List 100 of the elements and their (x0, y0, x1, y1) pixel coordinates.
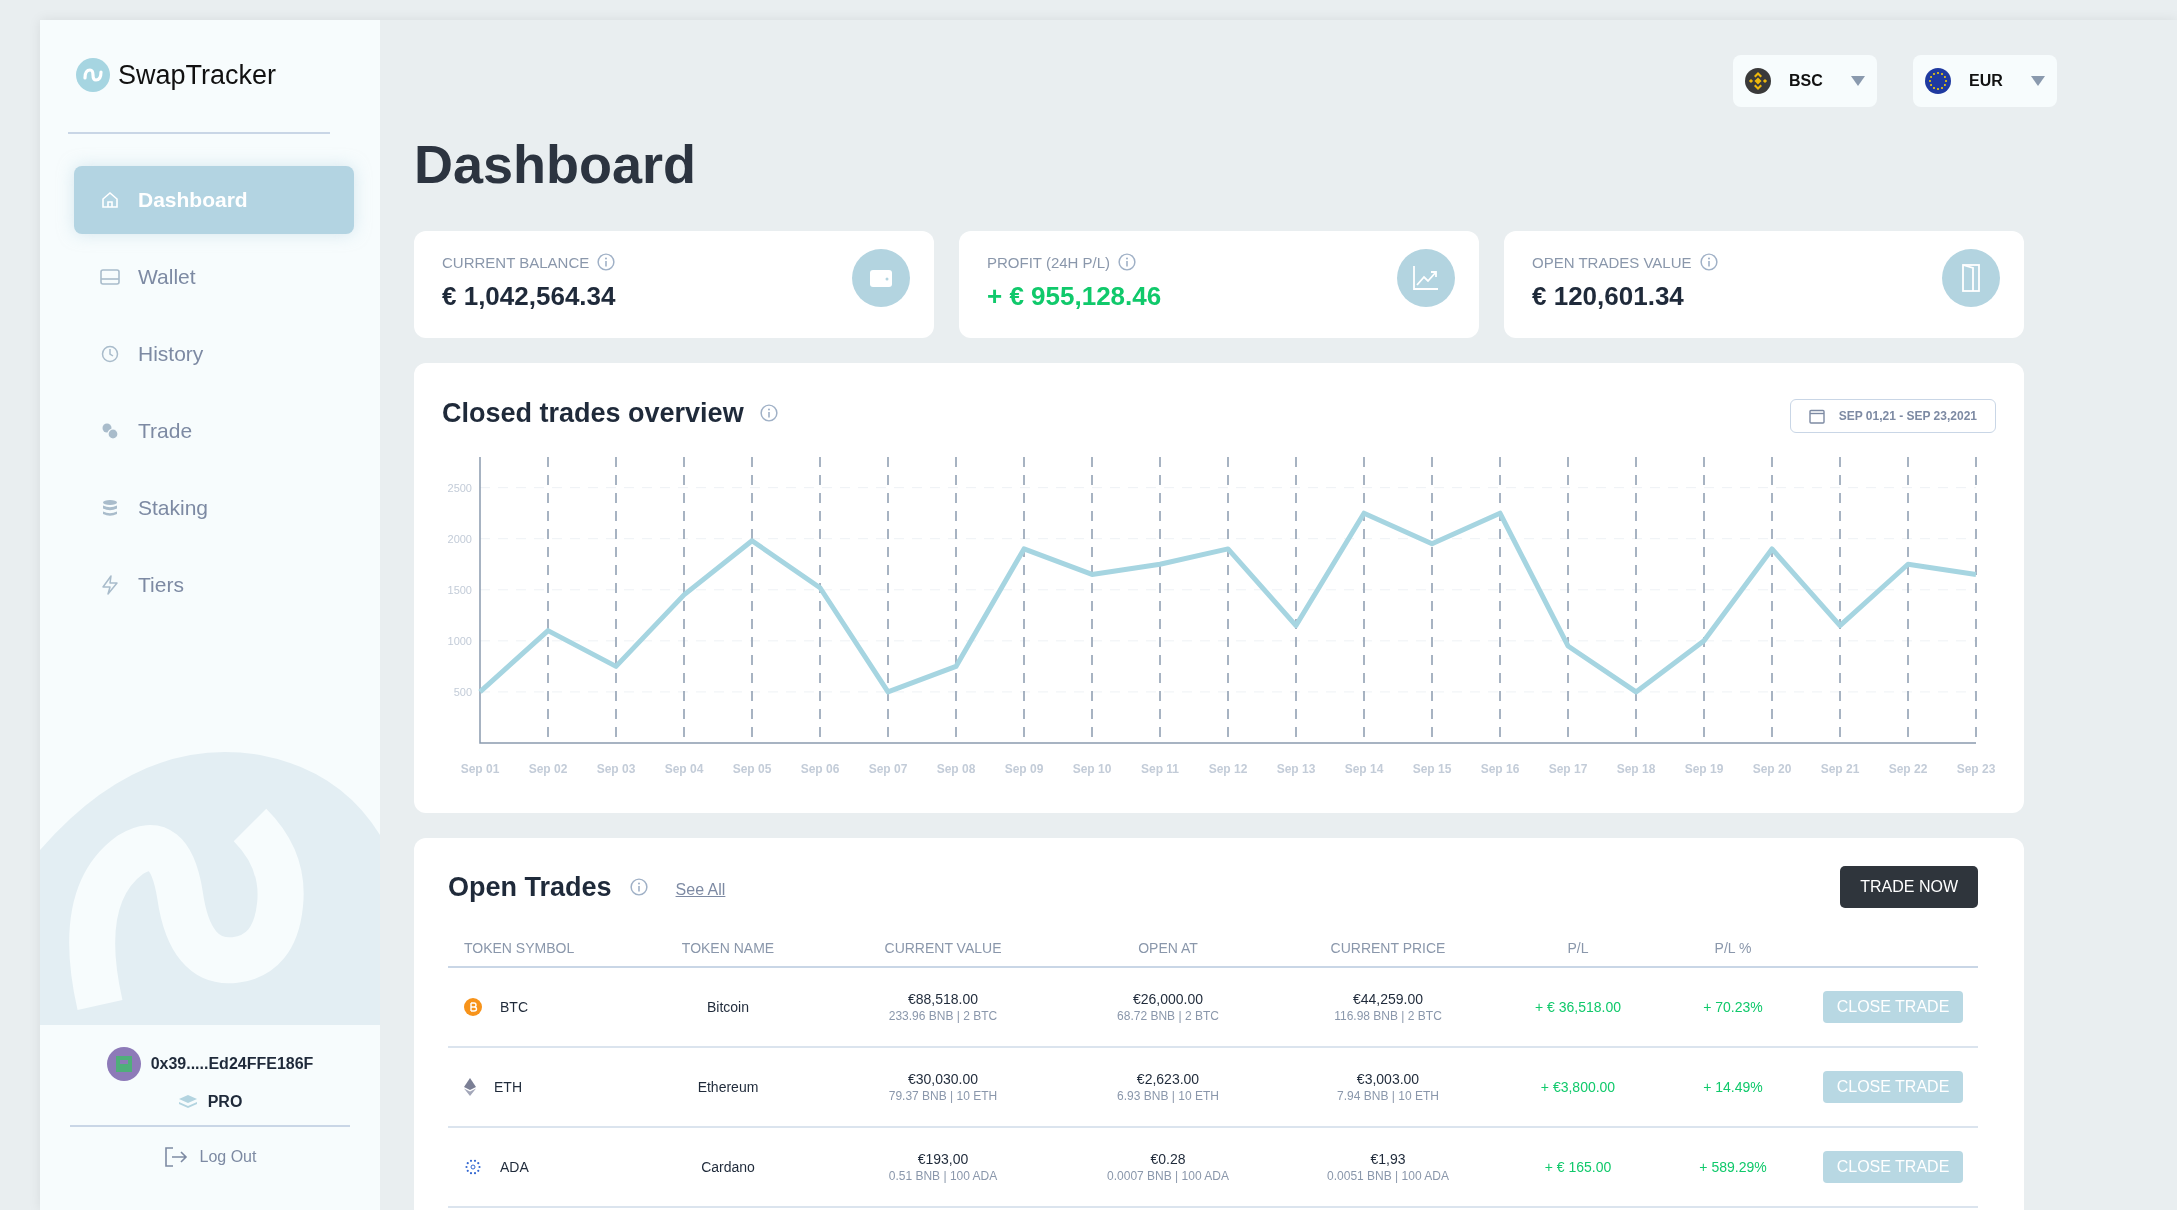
axis-tick-label: Sep 18 (1616, 762, 1656, 776)
token-symbol: ADA (500, 1159, 529, 1175)
stat-value: € 120,601.34 (1532, 281, 1685, 312)
token-name: Cardano (701, 1159, 755, 1175)
calendar-icon (1808, 408, 1825, 424)
axis-tick-label: Sep 04 (664, 762, 704, 776)
trend-chart-icon (1397, 249, 1455, 307)
axis-tick-label: Sep 15 (1412, 762, 1452, 776)
axis-tick-label: Sep 09 (1004, 762, 1044, 776)
home-icon (100, 191, 120, 209)
stat-label: PROFIT (24H P/L) (987, 253, 1111, 271)
logo-icon (76, 58, 110, 92)
price-value: €26,000.00 (1132, 991, 1204, 1007)
dropdown[interactable]: BSC (1733, 55, 1877, 107)
price-value: €44,259.00 (1352, 991, 1424, 1007)
nav-item[interactable]: Trade (74, 397, 354, 465)
amount-detail: 233.96 BNB | 2 BTC (888, 1009, 998, 1023)
axis-tick-label: 1500 (447, 583, 472, 596)
amount-detail: 0.51 BNB | 100 ADA (888, 1169, 998, 1183)
profit-percent: + 589.29% (1699, 1159, 1767, 1175)
axis-tick-label: Sep 07 (868, 762, 908, 776)
axis-tick-label: Sep 05 (732, 762, 772, 776)
price-value: €88,518.00 (907, 991, 979, 1007)
price-value: €193,00 (917, 1151, 969, 1167)
price-value: €2,623.00 (1136, 1071, 1200, 1087)
price-value: €0.28 (1150, 1151, 1186, 1167)
lightning-icon (100, 575, 120, 595)
card-title: Open Trades (448, 871, 612, 903)
layers-icon (177, 1094, 198, 1110)
date-range-picker[interactable]: SEP 01,21 - SEP 23,2021 (1789, 399, 1996, 433)
amount-detail: 68.72 BNB | 2 BTC (1117, 1009, 1219, 1023)
token-symbol: BTC (500, 999, 528, 1015)
info-icon[interactable] (1118, 253, 1137, 271)
trade-now-button[interactable]: TRADE NOW (1840, 866, 1978, 908)
axis-tick-label: 2500 (447, 481, 472, 494)
axis-tick-label: Sep 16 (1480, 762, 1520, 776)
diamond-icon (464, 1078, 476, 1096)
axis-tick-label: Sep 02 (528, 762, 568, 776)
amount-detail: 116.98 BNB | 2 BTC (1334, 1009, 1442, 1023)
axis-tick-label: 2000 (447, 532, 472, 545)
nav-item[interactable]: Staking (74, 474, 354, 542)
card-title: Closed trades overview (442, 397, 744, 429)
stat-label: CURRENT BALANCE (442, 253, 590, 271)
dots-ring-icon (464, 1158, 482, 1176)
logout-icon (163, 1146, 188, 1168)
see-all-link[interactable]: See All (675, 881, 726, 899)
axis-tick-label: Sep 17 (1548, 762, 1588, 776)
axis-tick-label: Sep 06 (800, 762, 840, 776)
caret-icon (2031, 76, 2045, 86)
stat-value: + € 955,128.46 (987, 281, 1162, 312)
column-header: OPEN AT (1058, 924, 1278, 968)
nav-item[interactable]: Wallet (74, 243, 354, 311)
axis-tick-label: Sep 03 (596, 762, 636, 776)
column-header: TOKEN SYMBOL (448, 924, 628, 968)
wallet-icon (100, 268, 120, 286)
coins-icon (100, 422, 120, 440)
nav-item[interactable]: History (74, 320, 354, 388)
info-icon[interactable] (759, 404, 778, 422)
wallet-address: 0x39.....Ed24FFE186F (150, 1055, 314, 1073)
caret-icon (1851, 76, 1865, 86)
amount-detail: 79.37 BNB | 10 ETH (888, 1089, 998, 1103)
stat-value: € 1,042,564.34 (442, 281, 616, 312)
price-value: €1,93 (1370, 1151, 1406, 1167)
nav-item[interactable]: Tiers (74, 551, 354, 619)
wallet-icon (852, 249, 910, 307)
token-name: Ethereum (697, 1079, 759, 1095)
axis-tick-label: Sep 14 (1344, 762, 1384, 776)
profit-value: + € 165.00 (1544, 1159, 1612, 1175)
logo-text: SwapTracker (118, 59, 277, 91)
profit-percent: + 14.49% (1703, 1079, 1763, 1095)
database-icon (100, 499, 120, 517)
profit-value: + € 36,518.00 (1535, 999, 1621, 1015)
axis-tick-label: Sep 10 (1072, 762, 1112, 776)
amount-detail: 0.0007 BNB | 100 ADA (1107, 1169, 1229, 1183)
tier-label: PRO (207, 1093, 243, 1111)
token-name: Bitcoin (707, 999, 749, 1015)
axis-tick-label: Sep 13 (1276, 762, 1316, 776)
price-value: €30,030.00 (907, 1071, 979, 1087)
price-value: €3,003.00 (1356, 1071, 1420, 1087)
avatar-icon (106, 1047, 141, 1081)
axis-tick-label: Sep 23 (1956, 762, 1996, 776)
profit-value: + €3,800.00 (1540, 1079, 1616, 1095)
axis-tick-label: Sep 21 (1820, 762, 1860, 776)
column-header: P/L % (1658, 924, 1808, 968)
amount-detail: 0.0051 BNB | 100 ADA (1327, 1169, 1449, 1183)
info-icon[interactable] (1699, 253, 1718, 271)
axis-tick-label: Sep 08 (936, 762, 976, 776)
logout-button[interactable]: Log Out (157, 1145, 263, 1169)
door-icon (1942, 249, 2000, 307)
clock-icon (100, 345, 120, 363)
axis-tick-label: Sep 12 (1208, 762, 1248, 776)
column-header: TOKEN NAME (628, 924, 828, 968)
dropdown[interactable]: EUR (1913, 55, 2057, 107)
info-icon[interactable] (597, 253, 616, 271)
eu-flag-icon (1925, 68, 1951, 94)
column-header: CURRENT VALUE (828, 924, 1058, 968)
coin-icon (464, 998, 482, 1016)
axis-tick-label: 1000 (447, 634, 472, 647)
info-icon[interactable] (629, 878, 648, 896)
axis-tick-label: Sep 19 (1684, 762, 1724, 776)
